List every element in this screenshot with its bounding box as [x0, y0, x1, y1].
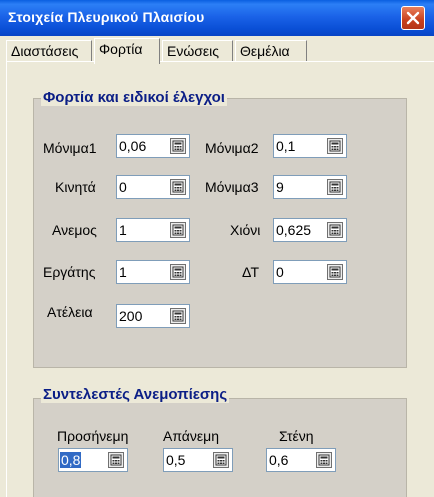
- label-xioni: Χιόνι: [230, 222, 261, 238]
- label-ergatis: Εργάτης: [43, 264, 96, 280]
- calculator-icon[interactable]: [170, 264, 186, 280]
- tab-panel-loads: Φορτία και ειδικοί έλεγχοι Μόνιμα1 0,06 …: [6, 62, 434, 497]
- field-value: 0: [119, 179, 127, 195]
- field-value: 0,1: [276, 138, 296, 154]
- field-value: 0: [276, 264, 284, 280]
- close-button[interactable]: [401, 6, 425, 30]
- label-kinita: Κινητά: [55, 179, 96, 195]
- loads-group-title: Φορτία και ειδικοί έλεγχοι: [41, 89, 227, 106]
- tab-dimensions[interactable]: Διαστάσεις: [6, 40, 92, 61]
- field-value: 0,8: [60, 452, 82, 468]
- field-value: 200: [119, 308, 143, 324]
- field-value: 0,5: [166, 452, 186, 468]
- calculator-icon[interactable]: [170, 222, 186, 238]
- monima1-input[interactable]: 0,06: [116, 134, 190, 158]
- calculator-icon[interactable]: [316, 452, 332, 468]
- calculator-icon[interactable]: [170, 308, 186, 324]
- calculator-icon[interactable]: [327, 264, 343, 280]
- tab-label: Ενώσεις: [167, 43, 220, 59]
- ergatis-input[interactable]: 1: [116, 260, 190, 284]
- tab-connections[interactable]: Ενώσεις: [162, 40, 233, 61]
- label-anemos: Ανεμος: [52, 222, 97, 238]
- monima3-input[interactable]: 9: [273, 175, 347, 199]
- calculator-icon[interactable]: [327, 222, 343, 238]
- apanemi-input[interactable]: 0,5: [163, 448, 233, 472]
- label-monima3: Μόνιμα3: [205, 179, 259, 195]
- label-apanemi: Απάνεμη: [163, 428, 219, 444]
- kinita-input[interactable]: 0: [116, 175, 190, 199]
- field-value: 0,625: [276, 222, 312, 238]
- calculator-icon[interactable]: [108, 452, 124, 468]
- ateleia-input[interactable]: 200: [116, 304, 190, 328]
- label-ateleia: Ατέλεια: [47, 304, 93, 320]
- tab-foundations[interactable]: Θεμέλια: [235, 40, 307, 61]
- tab-label: Θεμέλια: [240, 43, 290, 59]
- delta-t-input[interactable]: 0: [273, 260, 347, 284]
- dialog-window: Στοιχεία Πλευρικού Πλαισίου Διαστάσεις Φ…: [0, 0, 434, 497]
- calculator-icon[interactable]: [170, 179, 186, 195]
- field-value: 0,6: [269, 452, 289, 468]
- calculator-icon[interactable]: [327, 138, 343, 154]
- field-value: 9: [276, 179, 284, 195]
- label-monima2: Μόνιμα2: [205, 140, 259, 156]
- field-value: 1: [119, 264, 127, 280]
- tab-strip: Διαστάσεις Φορτία Ενώσεις Θεμέλια: [6, 38, 434, 64]
- calculator-icon[interactable]: [327, 179, 343, 195]
- prosinemi-input[interactable]: 0,8: [58, 448, 128, 472]
- field-value: 1: [119, 222, 127, 238]
- wind-group-title: Συντελεστές Ανεμοπίεσης: [41, 386, 230, 403]
- calculator-icon[interactable]: [213, 452, 229, 468]
- label-steni: Στένη: [279, 428, 314, 444]
- label-delta-t: ΔΤ: [242, 264, 260, 280]
- anemos-input[interactable]: 1: [116, 218, 190, 242]
- field-value: 0,06: [119, 138, 147, 154]
- tab-label: Διαστάσεις: [11, 43, 79, 59]
- steni-input[interactable]: 0,6: [266, 448, 336, 472]
- xioni-input[interactable]: 0,625: [273, 218, 347, 242]
- calculator-icon[interactable]: [170, 138, 186, 154]
- tab-loads[interactable]: Φορτία: [94, 38, 160, 64]
- label-prosinemi: Προσήνεμη: [57, 428, 129, 444]
- monima2-input[interactable]: 0,1: [273, 134, 347, 158]
- title-bar[interactable]: Στοιχεία Πλευρικού Πλαισίου: [0, 0, 434, 36]
- window-title: Στοιχεία Πλευρικού Πλαισίου: [8, 9, 205, 25]
- close-icon: [406, 11, 420, 25]
- tab-label: Φορτία: [99, 41, 143, 57]
- label-monima1: Μόνιμα1: [43, 140, 97, 156]
